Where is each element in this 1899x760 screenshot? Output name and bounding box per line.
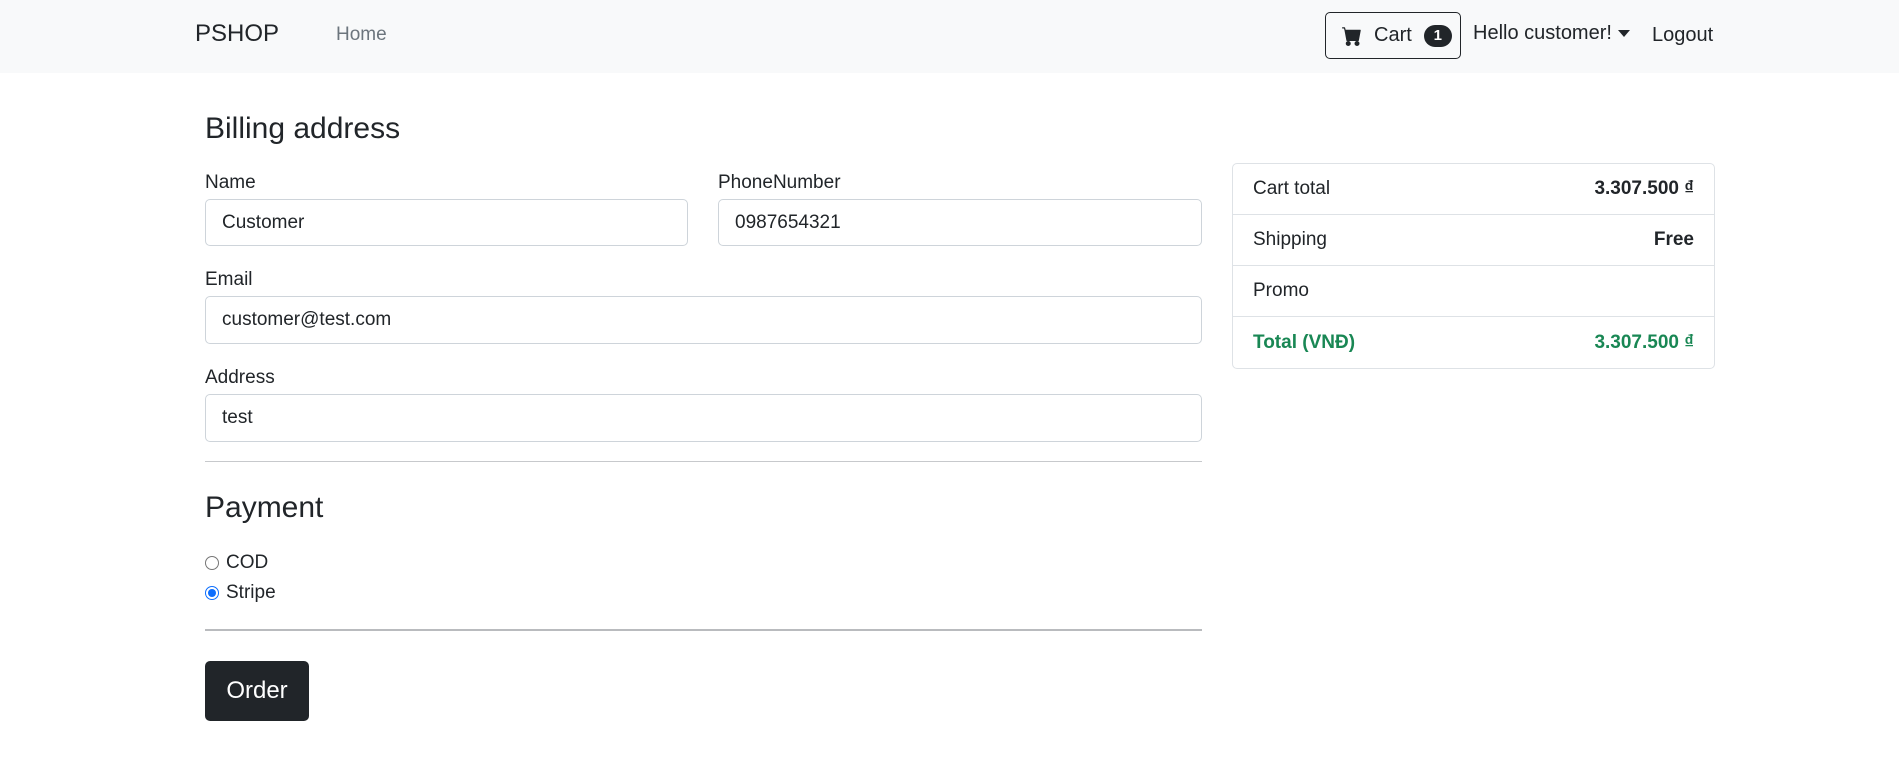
order-button[interactable]: Order	[205, 661, 309, 721]
cart-button[interactable]: Cart 1	[1325, 12, 1461, 59]
cart-label: Cart	[1374, 24, 1412, 46]
cod-label: COD	[226, 552, 269, 573]
user-greeting: Hello customer!	[1473, 22, 1612, 44]
summary-value: 3.307.500 ₫	[1594, 178, 1694, 199]
payment-option-cod[interactable]: COD	[205, 552, 268, 574]
order-summary: Cart total 3.307.500 ₫ Shipping Free Pro…	[1232, 163, 1715, 369]
summary-label: Total (VNĐ)	[1253, 331, 1356, 353]
summary-value: Free	[1653, 229, 1694, 250]
summary-value: 3.307.500 ₫	[1594, 331, 1694, 353]
address-input[interactable]	[205, 394, 1202, 442]
nav-link-home[interactable]: Home	[336, 24, 387, 46]
summary-row-cart-total: Cart total 3.307.500 ₫	[1233, 164, 1714, 215]
summary-row-promo: Promo	[1233, 266, 1714, 317]
stripe-label: Stripe	[226, 582, 276, 603]
logout-link[interactable]: Logout	[1652, 24, 1713, 47]
email-input[interactable]	[205, 296, 1202, 344]
brand-logo[interactable]: PSHOP	[195, 20, 279, 48]
divider	[205, 629, 1202, 631]
payment-option-stripe[interactable]: Stripe	[205, 582, 276, 604]
address-label: Address	[205, 367, 275, 388]
summary-row-shipping: Shipping Free	[1233, 215, 1714, 266]
email-label: Email	[205, 269, 253, 290]
billing-heading: Billing address	[205, 112, 401, 145]
user-dropdown[interactable]: Hello customer!	[1473, 22, 1630, 45]
summary-label: Promo	[1253, 280, 1309, 301]
navbar: PSHOP Home Cart 1 Hello customer! Logout	[0, 0, 1899, 73]
phone-input[interactable]	[718, 199, 1202, 246]
stripe-radio[interactable]	[205, 586, 219, 600]
divider	[205, 461, 1202, 462]
summary-row-total: Total (VNĐ) 3.307.500 ₫	[1233, 317, 1714, 368]
cart-count-badge: 1	[1423, 24, 1452, 47]
cod-radio[interactable]	[205, 556, 219, 570]
payment-heading: Payment	[205, 491, 324, 524]
summary-label: Shipping	[1253, 229, 1327, 250]
summary-label: Cart total	[1253, 178, 1331, 199]
chevron-down-icon	[1617, 30, 1630, 37]
name-input[interactable]	[205, 199, 688, 246]
phone-label: PhoneNumber	[718, 172, 841, 193]
name-label: Name	[205, 172, 256, 193]
cart-icon	[1342, 26, 1362, 46]
